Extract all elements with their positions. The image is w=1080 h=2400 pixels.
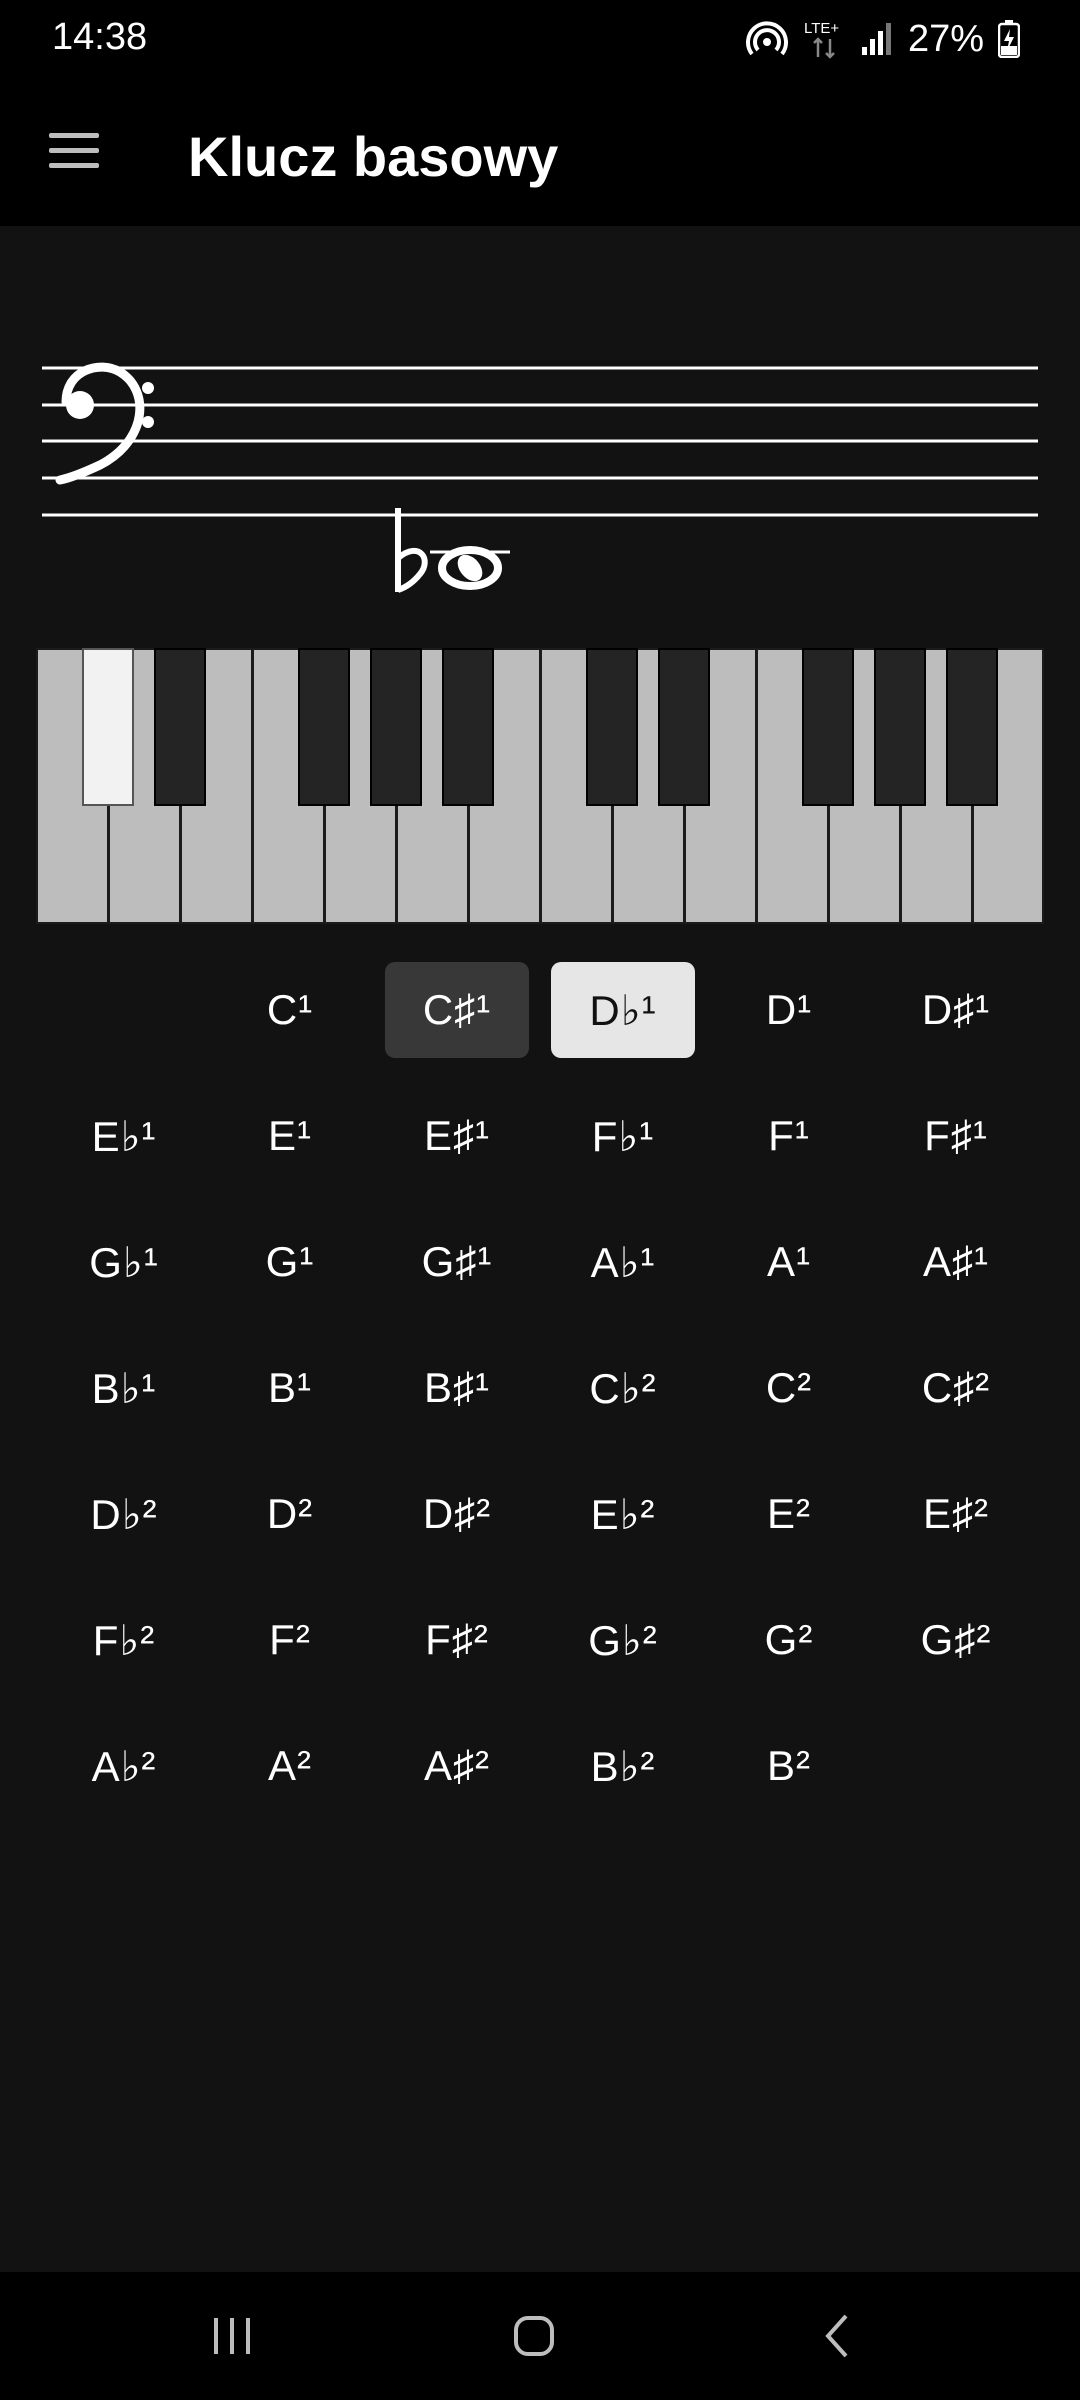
note-button[interactable]: C¹ [218, 962, 362, 1058]
note-button[interactable]: D♭² [52, 1466, 196, 1562]
piano-black-key-active[interactable] [82, 648, 134, 806]
flat-sign-icon [395, 508, 428, 593]
piano-black-key[interactable] [874, 648, 926, 806]
lte-icon: LTE+ [804, 20, 839, 59]
note-button[interactable]: D♯² [385, 1466, 529, 1562]
note-button[interactable]: G♭¹ [52, 1214, 196, 1310]
piano-black-key[interactable] [442, 648, 494, 806]
note-button-hovered[interactable]: C♯¹ [385, 962, 529, 1058]
svg-text:LTE+: LTE+ [804, 20, 839, 37]
note-button[interactable]: B♯¹ [385, 1340, 529, 1436]
note-button[interactable]: C♭² [551, 1340, 695, 1436]
note-button[interactable]: B♭¹ [52, 1340, 196, 1436]
note-button[interactable]: A♯² [385, 1718, 529, 1814]
note-button[interactable]: F♯¹ [884, 1088, 1028, 1184]
battery-percent: 27% [907, 17, 984, 60]
note-button[interactable]: C♯² [884, 1340, 1028, 1436]
staff-lines [42, 366, 1038, 517]
system-nav-bar [0, 2272, 1080, 2400]
music-staff [42, 362, 1038, 593]
note-button[interactable]: G♭² [551, 1592, 695, 1688]
note-button[interactable]: B¹ [218, 1340, 362, 1436]
note-button[interactable]: A♯¹ [884, 1214, 1028, 1310]
note-button[interactable]: B♭² [551, 1718, 695, 1814]
hotspot-icon [746, 21, 788, 56]
note-button[interactable]: A² [218, 1718, 362, 1814]
signal-icon [861, 23, 891, 55]
piano-black-key[interactable] [370, 648, 422, 806]
piano-black-key[interactable] [154, 648, 206, 806]
piano-black-key[interactable] [946, 648, 998, 806]
note-button[interactable]: E♯¹ [385, 1088, 529, 1184]
note-button[interactable]: G♯¹ [385, 1214, 529, 1310]
whole-note [430, 546, 510, 590]
bass-clef-icon [55, 362, 154, 485]
status-time: 14:38 [52, 16, 148, 58]
note-button[interactable]: G² [717, 1592, 861, 1688]
note-button[interactable]: F♭¹ [551, 1088, 695, 1184]
piano-keyboard [36, 648, 1044, 928]
recents-icon[interactable] [172, 2296, 292, 2376]
home-icon[interactable] [474, 2296, 594, 2376]
piano-black-key[interactable] [658, 648, 710, 806]
note-button[interactable]: E¹ [218, 1088, 362, 1184]
app-bar: Klucz basowy [0, 78, 1080, 226]
hamburger-menu-icon[interactable] [34, 110, 114, 190]
note-button[interactable]: A♭¹ [551, 1214, 695, 1310]
note-button[interactable]: A¹ [717, 1214, 861, 1310]
note-button[interactable]: A♭² [52, 1718, 196, 1814]
note-button[interactable]: G♯² [884, 1592, 1028, 1688]
note-button[interactable]: F♯² [385, 1592, 529, 1688]
note-button[interactable]: F♭² [52, 1592, 196, 1688]
note-button[interactable]: D² [218, 1466, 362, 1562]
note-button[interactable]: G¹ [218, 1214, 362, 1310]
note-button[interactable]: C² [717, 1340, 861, 1436]
note-button[interactable]: E♭¹ [52, 1088, 196, 1184]
note-button[interactable]: B² [717, 1718, 861, 1814]
back-icon[interactable] [778, 2296, 898, 2376]
note-button[interactable]: E♯² [884, 1466, 1028, 1562]
status-icons: LTE+ 27% [746, 14, 1020, 64]
piano-black-key[interactable] [298, 648, 350, 806]
note-button[interactable]: F¹ [717, 1088, 861, 1184]
note-button[interactable]: D¹ [717, 962, 861, 1058]
piano-black-key[interactable] [586, 648, 638, 806]
note-button[interactable]: F² [218, 1592, 362, 1688]
page-title: Klucz basowy [188, 125, 559, 188]
note-button[interactable]: E² [717, 1466, 861, 1562]
note-button[interactable]: E♭² [551, 1466, 695, 1562]
piano-black-key[interactable] [802, 648, 854, 806]
note-button[interactable]: D♯¹ [884, 962, 1028, 1058]
note-button-selected[interactable]: D♭¹ [551, 962, 695, 1058]
status-bar: 14:38 LTE+ 27% [0, 0, 1080, 78]
battery-charging-icon [998, 20, 1020, 58]
